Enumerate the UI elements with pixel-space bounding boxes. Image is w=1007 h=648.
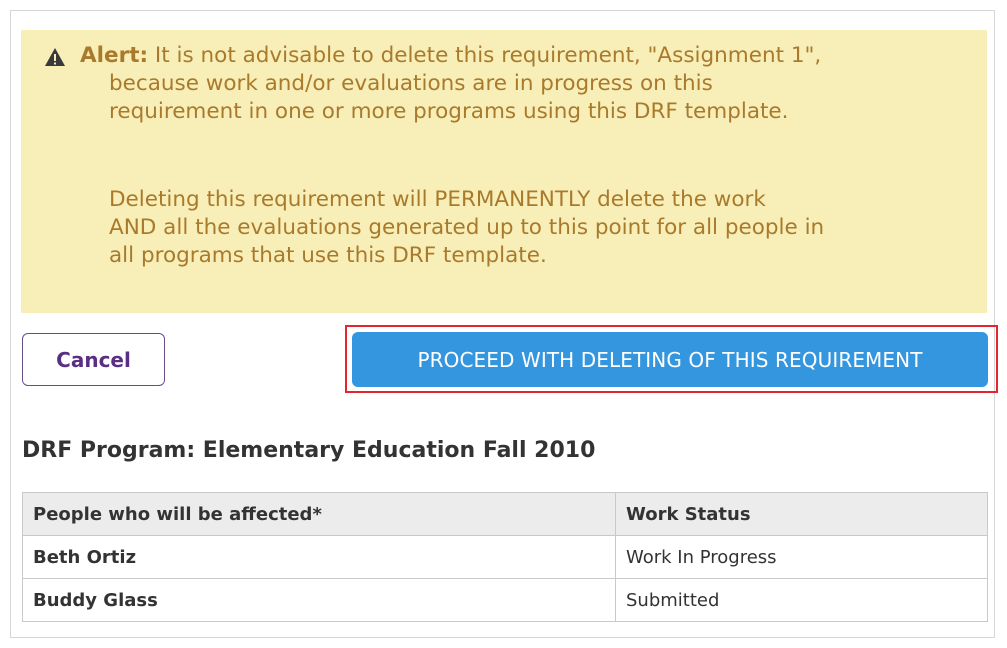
table-row: Beth Ortiz Work In Progress [22, 535, 988, 579]
alert-line-2: because work and/or evaluations are in p… [109, 71, 713, 96]
proceed-delete-button[interactable]: PROCEED WITH DELETING OF THIS REQUIREMEN… [352, 332, 988, 387]
person-name: Buddy Glass [22, 578, 616, 622]
alert-label: Alert: [80, 43, 149, 68]
alert-line-1: Alert: It is not advisable to delete thi… [80, 42, 960, 70]
column-header-people: People who will be affected* [22, 492, 616, 536]
alert-line-1-text: It is not advisable to delete this requi… [154, 43, 822, 68]
affected-people-table: People who will be affected* Work Status… [22, 492, 988, 622]
program-title: DRF Program: Elementary Education Fall 2… [22, 438, 596, 463]
table-header-row: People who will be affected* Work Status [22, 492, 988, 536]
warning-triangle-icon [45, 48, 65, 66]
work-status: Submitted [615, 578, 988, 622]
alert-line-4: Deleting this requirement will PERMANENT… [109, 187, 766, 212]
alert-line-5: AND all the evaluations generated up to … [109, 215, 825, 240]
work-status: Work In Progress [615, 535, 988, 579]
alert-line-6: all programs that use this DRF template. [109, 243, 547, 268]
column-header-work-status: Work Status [615, 492, 988, 536]
cancel-button[interactable]: Cancel [22, 333, 165, 386]
person-name: Beth Ortiz [22, 535, 616, 579]
table-row: Buddy Glass Submitted [22, 578, 988, 622]
alert-line-3: requirement in one or more programs usin… [109, 99, 789, 124]
